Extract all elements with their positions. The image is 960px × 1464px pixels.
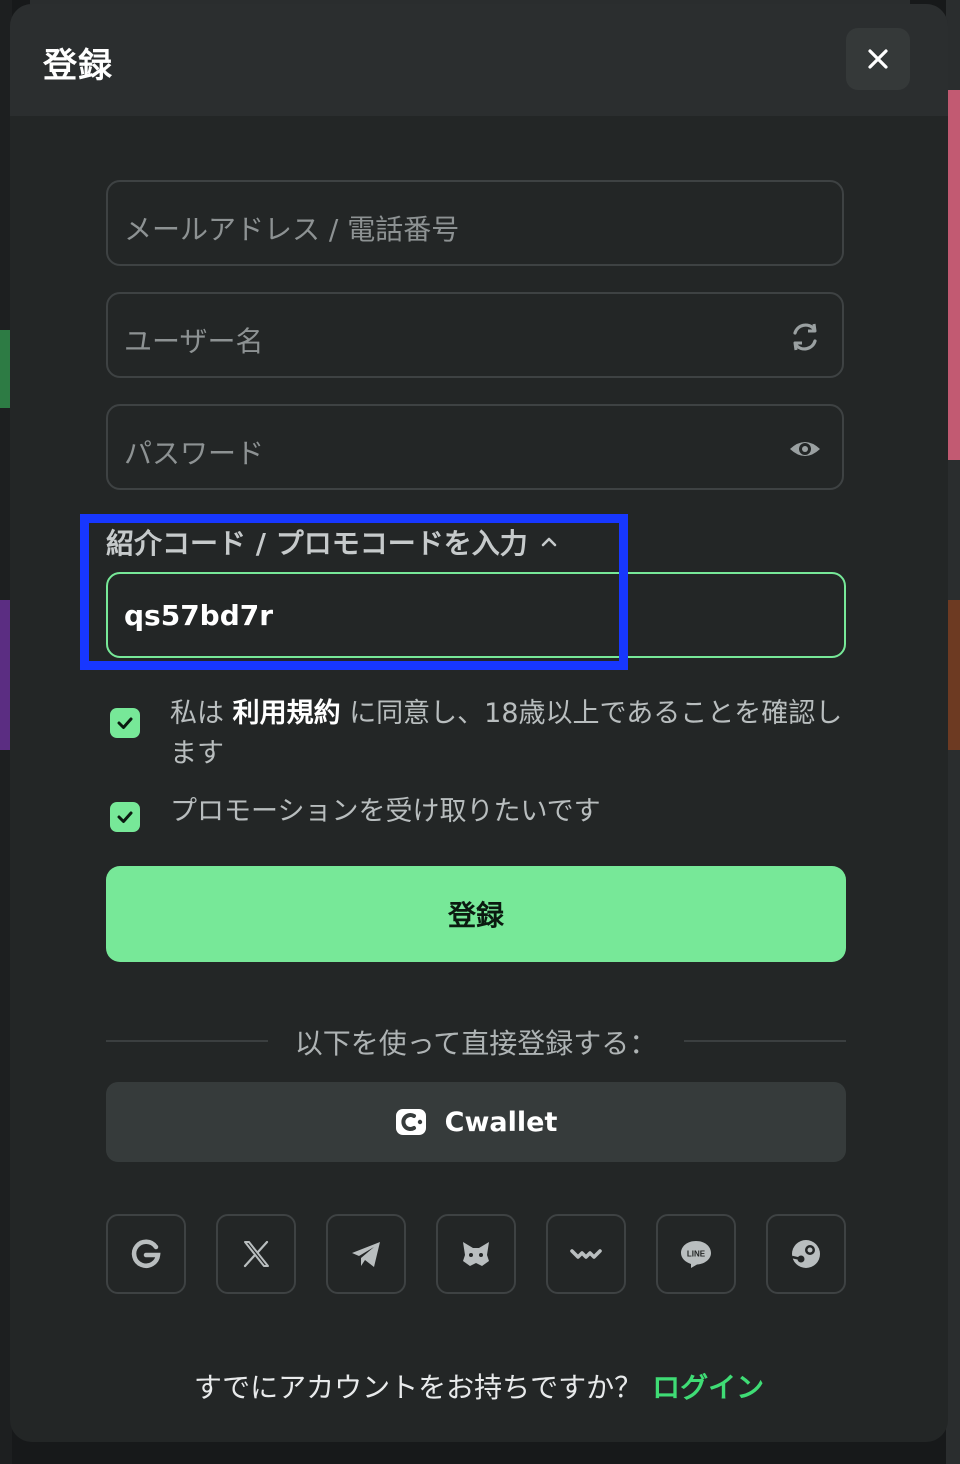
metamask-button[interactable] <box>436 1214 516 1294</box>
register-modal: 登録 メールアドレス / 電話番号 ユーザー名 パスワード 紹介コード / プロ… <box>10 4 948 1442</box>
promo-code-toggle[interactable]: 紹介コード / プロモコードを入力 <box>106 522 558 562</box>
line-icon: LINE <box>681 1241 711 1268</box>
walletconnect-icon <box>570 1249 602 1259</box>
google-button[interactable] <box>106 1214 186 1294</box>
google-icon <box>131 1239 161 1268</box>
email-phone-field[interactable]: メールアドレス / 電話番号 <box>106 180 844 266</box>
check-icon <box>117 717 133 729</box>
email-phone-placeholder: メールアドレス / 電話番号 <box>124 213 460 246</box>
promo-code-value: qs57bd7r <box>124 599 274 632</box>
metamask-icon <box>463 1242 489 1266</box>
divider-right <box>684 1040 846 1042</box>
terms-checkbox-row[interactable]: 私は 利用規約 に同意し、18歳以上であることを確認します <box>110 694 850 774</box>
social-login-row: LINE <box>106 1214 846 1294</box>
cwallet-button[interactable]: Cwallet <box>106 1082 846 1162</box>
terms-checkbox[interactable] <box>110 708 140 738</box>
modal-title: 登録 <box>43 46 113 86</box>
divider-left <box>106 1040 268 1042</box>
username-field[interactable]: ユーザー名 <box>106 292 844 378</box>
promo-optin-text: プロモーションを受け取りたいです <box>170 796 601 827</box>
x-button[interactable] <box>216 1214 296 1294</box>
promo-optin-checkbox[interactable] <box>110 802 140 832</box>
promo-code-input[interactable]: qs57bd7r <box>106 572 846 658</box>
refresh-icon[interactable] <box>788 320 822 354</box>
check-icon <box>117 811 133 823</box>
walletconnect-button[interactable] <box>546 1214 626 1294</box>
background-game-tile <box>946 600 960 750</box>
chevron-up-icon <box>541 537 557 547</box>
line-button[interactable]: LINE <box>656 1214 736 1294</box>
steam-icon <box>791 1240 820 1268</box>
background-page-right <box>946 0 960 1464</box>
terms-text: 私は 利用規約 に同意し、18歳以上であることを確認します <box>170 694 850 774</box>
line-icon-text: LINE <box>687 1250 706 1259</box>
username-placeholder: ユーザー名 <box>124 325 264 358</box>
register-button[interactable]: 登録 <box>106 866 846 962</box>
cwallet-label: Cwallet <box>444 1106 558 1138</box>
close-button[interactable] <box>846 28 910 90</box>
terms-prefix: 私は <box>170 698 224 729</box>
footer-question: すでにアカウントをお持ちですか？ <box>193 1371 643 1404</box>
promo-code-label: 紹介コード / プロモコードを入力 <box>106 527 528 560</box>
divider-text: 以下を使って直接登録する： <box>294 1027 658 1060</box>
background-banner <box>946 90 960 460</box>
terms-link[interactable]: 利用規約 <box>233 698 341 729</box>
footer: すでにアカウントをお持ちですか？ ログイン <box>10 1366 948 1406</box>
password-field[interactable]: パスワード <box>106 404 844 490</box>
login-link[interactable]: ログイン <box>652 1371 764 1404</box>
eye-icon[interactable] <box>788 432 822 466</box>
modal-header: 登録 <box>10 4 948 116</box>
promo-optin-row[interactable]: プロモーションを受け取りたいです <box>110 792 850 832</box>
close-icon <box>868 49 888 69</box>
steam-button[interactable] <box>766 1214 846 1294</box>
telegram-icon <box>352 1242 380 1267</box>
password-placeholder: パスワード <box>124 437 265 470</box>
telegram-button[interactable] <box>326 1214 406 1294</box>
cwallet-icon <box>395 1109 426 1135</box>
x-icon <box>243 1240 269 1268</box>
